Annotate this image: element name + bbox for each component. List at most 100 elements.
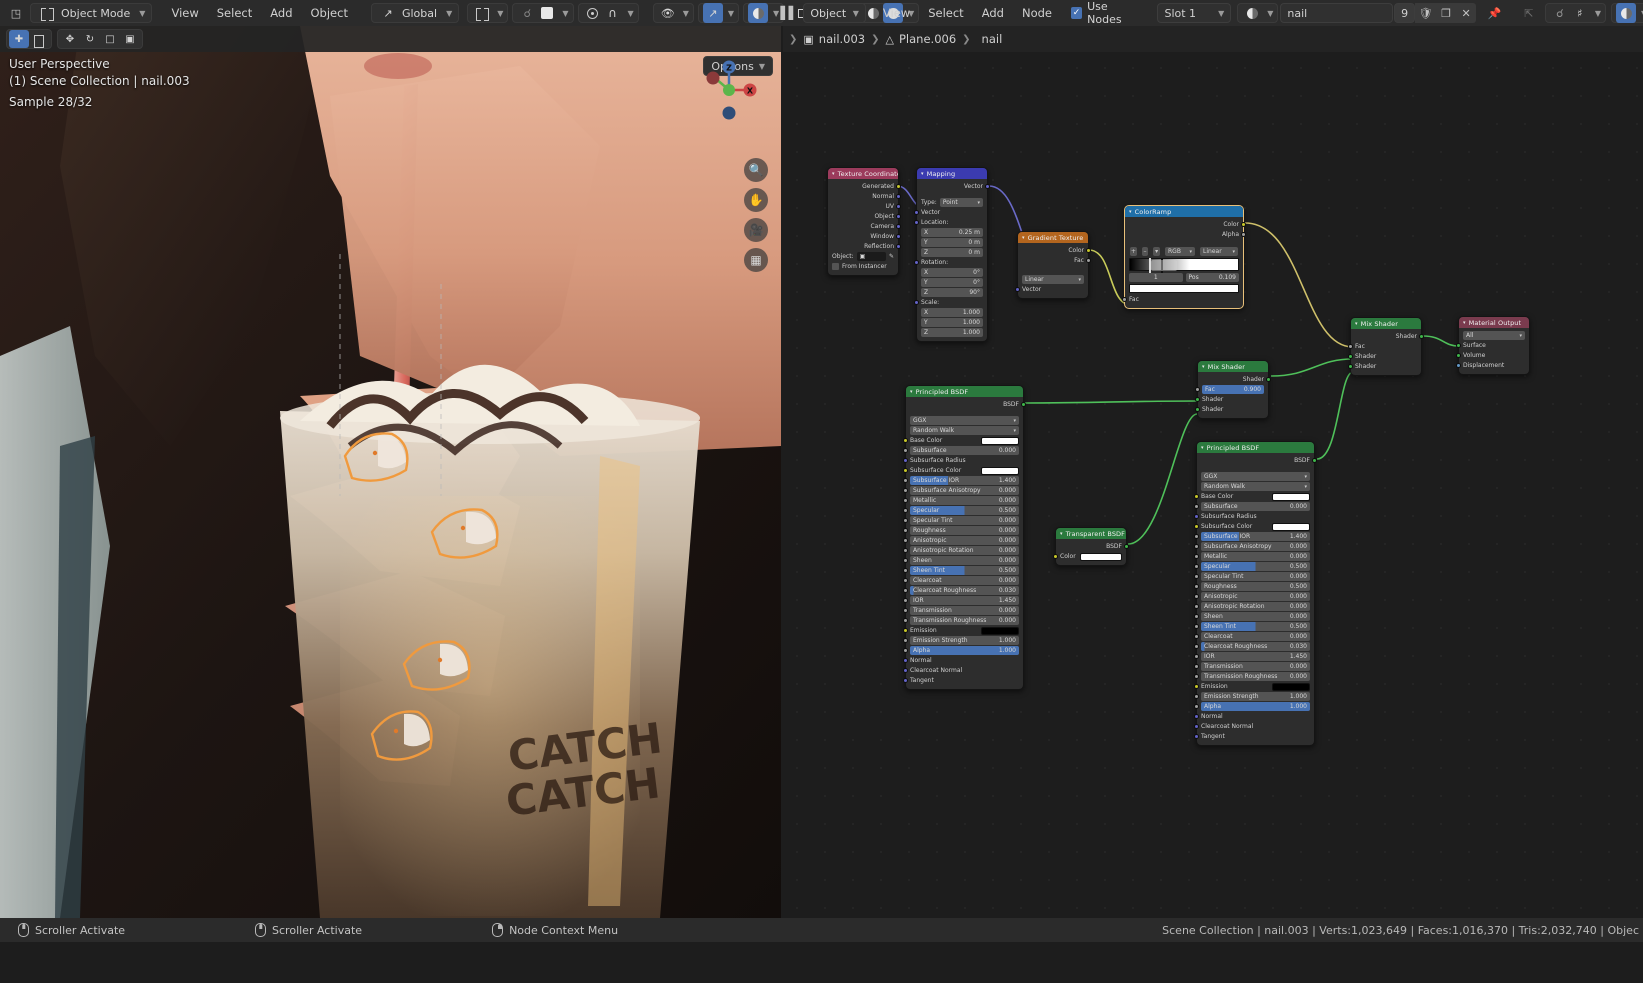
input-socket[interactable] — [1194, 614, 1199, 619]
object-visibility-group[interactable]: 👁 ▼ — [652, 3, 694, 23]
colorramp-gradient-widget[interactable] — [1129, 258, 1239, 273]
proportional-edit-icon[interactable] — [583, 3, 603, 23]
property-row[interactable]: Clearcoat Roughness 0.030 — [1194, 642, 1310, 651]
output-socket[interactable] — [896, 184, 901, 189]
input-socket[interactable] — [1194, 724, 1199, 729]
socket-row[interactable]: Shader — [1202, 375, 1271, 384]
pin-icon[interactable]: 📌 — [1484, 3, 1505, 23]
input-socket[interactable] — [914, 220, 919, 225]
socket-row[interactable]: Fac — [1348, 342, 1417, 351]
magnet-icon[interactable]: ☌ — [1550, 3, 1570, 23]
output-socket[interactable] — [896, 224, 901, 229]
input-socket[interactable] — [1194, 684, 1199, 689]
input-socket[interactable] — [903, 668, 908, 673]
property-slider[interactable]: Subsurface 0.000 — [1201, 502, 1310, 511]
node-editor-type-icon[interactable]: ▌▌ — [778, 3, 799, 23]
material-name-field[interactable]: nail — [1280, 3, 1394, 23]
distribution-row[interactable]: GGX — [910, 416, 1019, 425]
node-header[interactable]: ▾ Gradient Texture — [1018, 232, 1088, 243]
scale-x[interactable]: X 1.000 — [921, 308, 983, 317]
show-gizmo-icon[interactable]: ↗ — [702, 3, 723, 23]
node-gradient-texture[interactable]: ▾ Gradient Texture Color Fac Linear Vect… — [1015, 231, 1091, 299]
input-socket[interactable] — [914, 300, 919, 305]
magnet-icon[interactable]: ☌ — [517, 3, 537, 23]
node-mapping[interactable]: ▾ Mapping Vector Type: Point Vector Loca… — [914, 167, 990, 342]
input-socket[interactable] — [1194, 574, 1199, 579]
property-row[interactable]: Normal — [903, 656, 1019, 665]
node-material-output[interactable]: ▾ Material Output All Surface Volume Dis… — [1456, 316, 1530, 375]
node-principled-bsdf-left[interactable]: ▾ Principled BSDF BSDF GGX Random Walk B… — [903, 385, 1026, 690]
chevron-down-icon[interactable]: ▼ — [683, 9, 689, 18]
checkbox-box[interactable] — [832, 263, 839, 270]
property-row[interactable]: Emission — [1194, 682, 1310, 691]
output-socket[interactable] — [1312, 458, 1317, 463]
socket-row[interactable]: Color — [1022, 246, 1091, 255]
node-header[interactable]: ▾ ColorRamp — [1125, 206, 1243, 217]
property-row[interactable]: Sheen Tint 0.500 — [903, 566, 1019, 575]
property-row[interactable]: Subsurface Color — [1194, 522, 1310, 531]
breadcrumb-item-object[interactable]: ▣ nail.003 — [803, 32, 865, 46]
collapse-triangle-icon[interactable]: ▾ — [1355, 321, 1358, 327]
socket-row[interactable]: BSDF — [1060, 542, 1129, 551]
socket-row[interactable]: Shader — [1348, 352, 1417, 361]
input-socket[interactable] — [1194, 654, 1199, 659]
node-header[interactable]: ▾ Texture Coordinate — [828, 168, 898, 179]
input-socket[interactable] — [1053, 554, 1058, 559]
menu-select[interactable]: Select — [208, 3, 261, 23]
socket-row[interactable]: Fac — [1022, 256, 1091, 265]
socket-row[interactable]: Vector — [1015, 285, 1084, 294]
input-socket[interactable] — [903, 558, 908, 563]
property-row[interactable]: IOR 1.450 — [903, 596, 1019, 605]
node-header[interactable]: ▾ Principled BSDF — [1197, 442, 1314, 453]
socket-row[interactable]: BSDF — [910, 400, 1026, 409]
property-slider[interactable]: Clearcoat 0.000 — [910, 576, 1019, 585]
input-socket[interactable] — [903, 608, 908, 613]
input-socket[interactable] — [1195, 407, 1200, 412]
socket-row[interactable]: Volume — [1456, 351, 1525, 360]
node-object-selector[interactable]: Object ▼ — [803, 3, 866, 23]
property-row[interactable]: Sheen 0.000 — [903, 556, 1019, 565]
material-users-count[interactable]: 9 — [1394, 3, 1415, 23]
socket-row[interactable]: Surface — [1456, 341, 1525, 350]
input-socket[interactable] — [903, 458, 908, 463]
colorramp-stop-color-swatch[interactable] — [1129, 284, 1239, 293]
property-slider[interactable]: Anisotropic Rotation 0.000 — [910, 546, 1019, 555]
input-socket[interactable] — [1194, 634, 1199, 639]
property-slider[interactable]: IOR 1.450 — [910, 596, 1019, 605]
property-row[interactable]: Subsurface IOR 1.400 — [1194, 532, 1310, 541]
color-swatch[interactable] — [1079, 552, 1122, 561]
property-slider[interactable]: Anisotropic 0.000 — [910, 536, 1019, 545]
node-transparent-bsdf[interactable]: ▾ Transparent BSDF BSDF Color — [1053, 527, 1129, 566]
socket-row[interactable]: Shader — [1195, 395, 1264, 404]
property-row[interactable]: Emission — [903, 626, 1019, 635]
property-row[interactable]: Anisotropic Rotation 0.000 — [903, 546, 1019, 555]
input-socket[interactable] — [1195, 397, 1200, 402]
socket-row[interactable]: Alpha — [1129, 230, 1246, 239]
property-slider[interactable]: Transmission 0.000 — [910, 606, 1019, 615]
input-socket[interactable] — [1194, 604, 1199, 609]
input-socket[interactable] — [1122, 297, 1127, 302]
input-socket[interactable] — [1194, 714, 1199, 719]
pan-hand-icon[interactable]: ✋ — [744, 188, 768, 212]
property-slider[interactable]: Specular 0.500 — [910, 506, 1019, 515]
input-socket[interactable] — [1194, 594, 1199, 599]
output-socket[interactable] — [896, 204, 901, 209]
property-row[interactable]: Subsurface Radius — [903, 456, 1019, 465]
falloff-curve-icon[interactable]: ∩ — [603, 3, 623, 23]
property-row[interactable]: Specular 0.500 — [1194, 562, 1310, 571]
socket-row[interactable]: Scale: — [914, 298, 983, 307]
3d-viewport[interactable]: CATCH CATCH ✚ ✥ ↻ □ ▣ User Perspective (… — [0, 26, 781, 918]
property-row[interactable]: Subsurface Radius — [1194, 512, 1310, 521]
property-row[interactable]: Normal — [1194, 712, 1310, 721]
output-socket[interactable] — [896, 244, 901, 249]
gizmo-group[interactable]: ↗ ▼ — [697, 3, 739, 23]
property-row[interactable]: Metallic 0.000 — [1194, 552, 1310, 561]
input-socket[interactable] — [1194, 624, 1199, 629]
input-socket[interactable] — [1194, 544, 1199, 549]
property-slider[interactable]: Clearcoat 0.000 — [1201, 632, 1310, 641]
property-slider[interactable]: Sheen 0.000 — [910, 556, 1019, 565]
interpolation-type-dropdown[interactable]: Linear — [1200, 247, 1239, 256]
chevron-down-icon[interactable]: ▼ — [728, 9, 734, 18]
property-row[interactable]: Clearcoat Normal — [903, 666, 1019, 675]
mode-selector[interactable]: Object Mode ▼ — [30, 3, 153, 23]
